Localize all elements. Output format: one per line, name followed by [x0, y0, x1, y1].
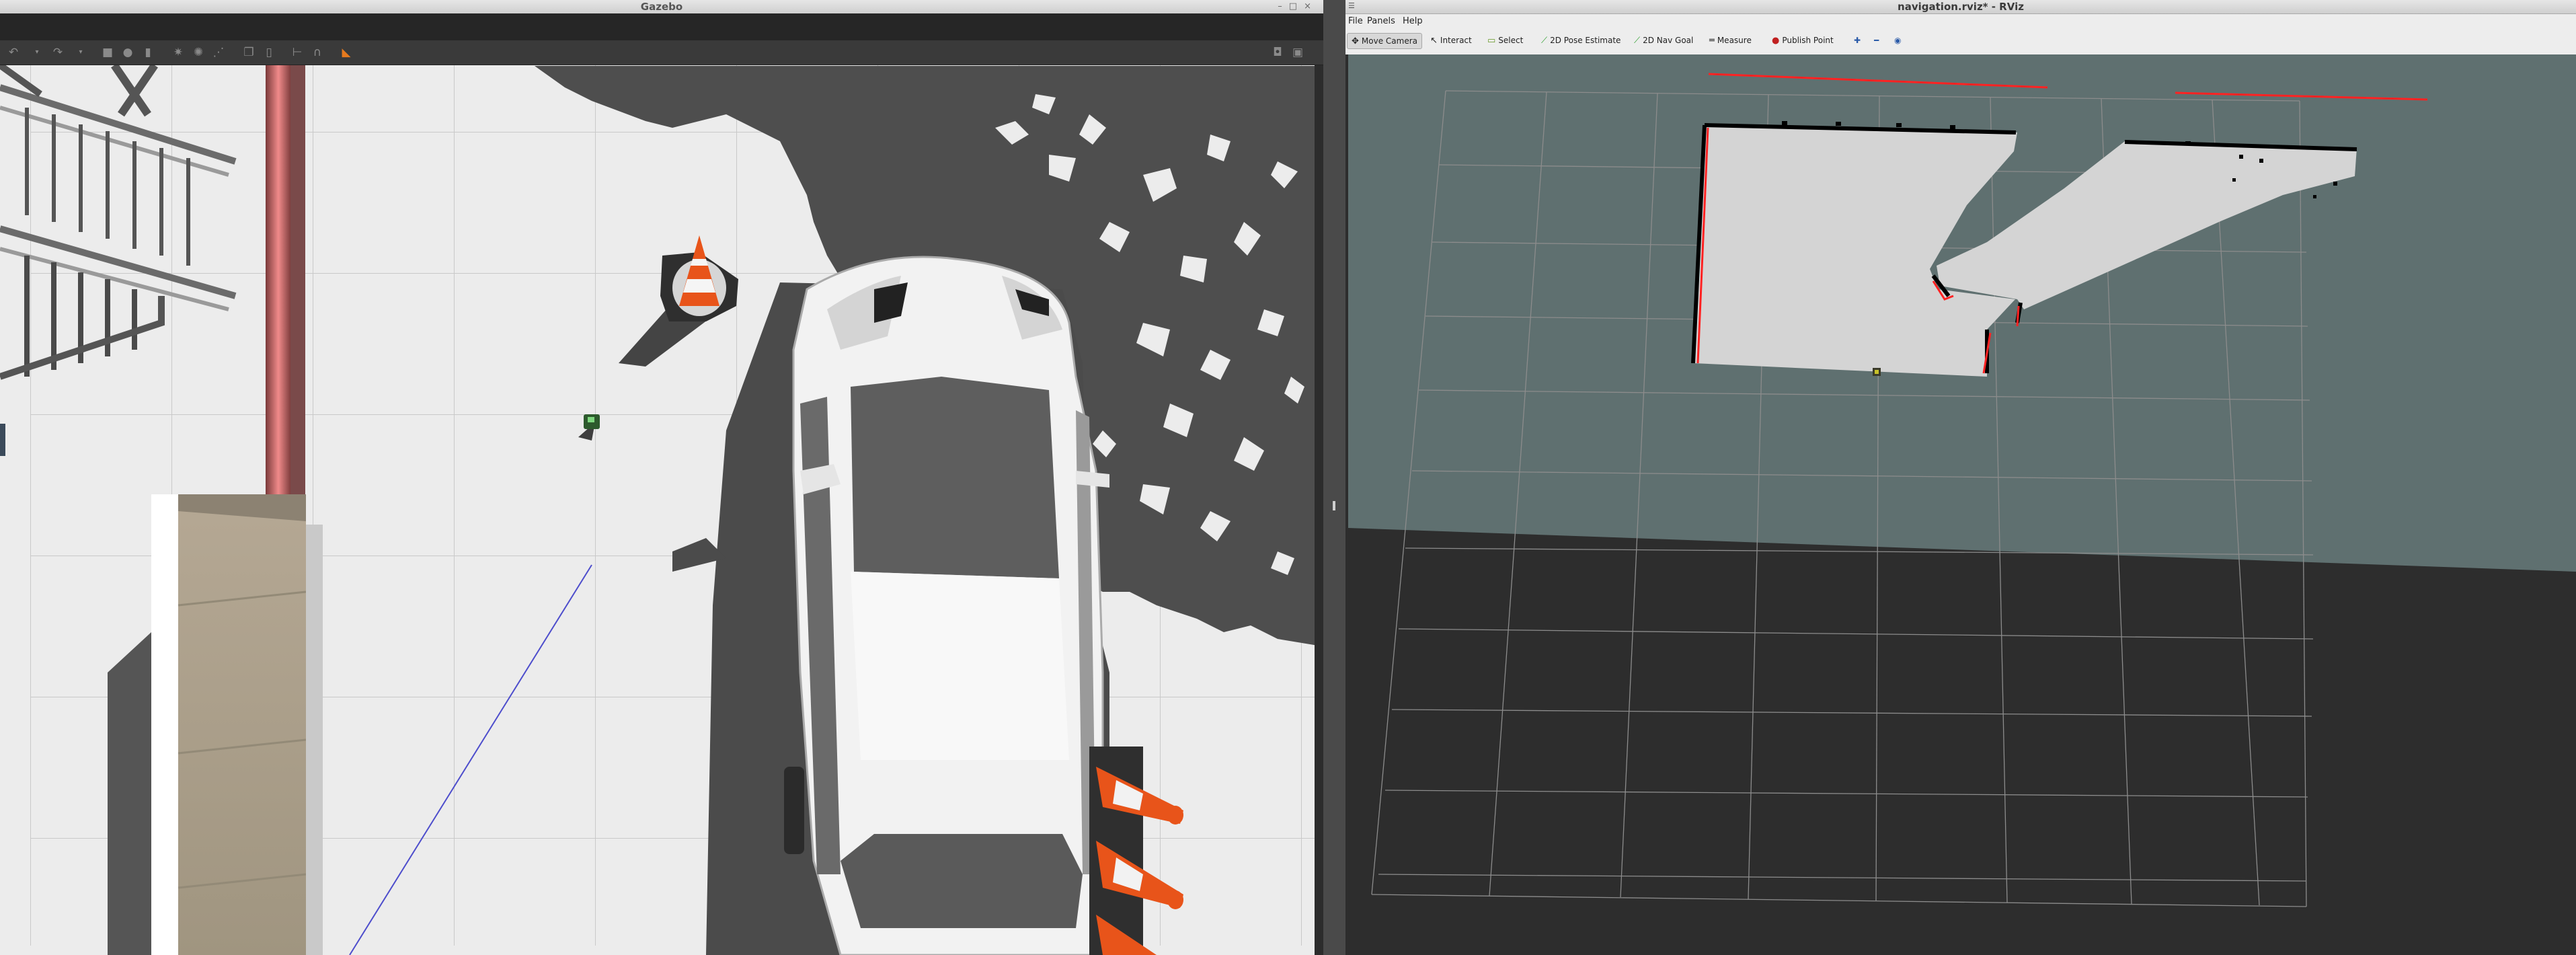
- cylinder-icon[interactable]: ▮: [141, 46, 155, 59]
- gazebo-scene: [0, 65, 1315, 955]
- menu-panels[interactable]: Panels: [1367, 16, 1395, 26]
- nav-goal-icon: ⟋: [1634, 36, 1641, 46]
- divider-grip-icon[interactable]: [1333, 501, 1335, 510]
- remove-tool-icon[interactable]: ━: [1870, 33, 1883, 48]
- white-wall-edge: [151, 494, 178, 955]
- window-divider[interactable]: [1323, 0, 1345, 955]
- measure-button[interactable]: ═ Measure: [1705, 33, 1756, 48]
- sphere-icon[interactable]: ●: [121, 46, 134, 59]
- gazebo-window: Gazebo –□× ↶ ▾ ↷ ▾ ■ ● ▮ ✷ ✺ ⋰ ❐ ▯ ⊢ ∩ ◣…: [0, 0, 1323, 955]
- menu-help[interactable]: Help: [1403, 16, 1423, 26]
- pole: [266, 65, 291, 502]
- window-controls: –□×: [1278, 1, 1318, 11]
- record-icon[interactable]: ▣: [1291, 46, 1304, 59]
- rviz-title: navigation.rviz* - RViz: [1898, 1, 2024, 13]
- car: [784, 256, 1109, 955]
- rviz-3d-viewport[interactable]: [1345, 54, 2576, 955]
- publish-point-icon: ●: [1772, 36, 1780, 46]
- gazebo-menubar-area: [0, 13, 1323, 40]
- nav-goal-button[interactable]: ⟋ 2D Nav Goal: [1630, 33, 1697, 48]
- rviz-toolbar: ✥ Move Camera ↖ Interact ▭ Select ⟋ 2D Pose …: [1345, 28, 2576, 55]
- pose-estimate-icon: ⟋: [1541, 36, 1548, 46]
- rviz-menubar: File Panels Help: [1345, 14, 2576, 28]
- move-camera-icon: ✥: [1352, 36, 1359, 46]
- redo-dropdown-icon[interactable]: ▾: [77, 46, 84, 59]
- close-icon[interactable]: ×: [1304, 1, 1318, 11]
- pose-estimate-button[interactable]: ⟋ 2D Pose Estimate: [1537, 33, 1625, 48]
- interact-icon: ↖: [1430, 36, 1438, 46]
- menu-file[interactable]: File: [1348, 16, 1363, 26]
- gazebo-title: Gazebo: [640, 1, 683, 13]
- add-tool-icon[interactable]: ✚: [1850, 33, 1865, 48]
- align-icon[interactable]: ⊢: [290, 46, 304, 59]
- spot-light-icon[interactable]: ✺: [192, 46, 205, 59]
- rviz-scene: [1345, 54, 2576, 955]
- left-panel-tab: [0, 424, 5, 456]
- undo-icon[interactable]: ↶: [7, 46, 20, 59]
- redo-icon[interactable]: ↷: [51, 46, 65, 59]
- select-button[interactable]: ▭ Select: [1483, 33, 1527, 48]
- publish-point-button[interactable]: ● Publish Point: [1768, 33, 1838, 48]
- copy-icon[interactable]: ❐: [242, 46, 256, 59]
- gazebo-scrollbar[interactable]: [1315, 65, 1323, 955]
- pole-side: [290, 65, 305, 529]
- select-icon: ▭: [1487, 36, 1496, 46]
- gazebo-toolbar: ↶ ▾ ↷ ▾ ■ ● ▮ ✷ ✺ ⋰ ❐ ▯ ⊢ ∩ ◣ ◘ ▣: [0, 40, 1323, 65]
- orange-view-icon[interactable]: ◣: [340, 46, 353, 59]
- measure-icon: ═: [1709, 36, 1715, 46]
- interact-button[interactable]: ↖ Interact: [1426, 33, 1476, 48]
- rviz-titlebar[interactable]: ☰ navigation.rviz* - RViz: [1345, 0, 2576, 14]
- snap-icon[interactable]: ∩: [311, 46, 324, 59]
- gazebo-3d-viewport[interactable]: [0, 65, 1315, 955]
- directional-light-icon[interactable]: ⋰: [212, 46, 225, 59]
- maximize-icon[interactable]: □: [1289, 1, 1304, 11]
- rviz-window: ☰ navigation.rviz* - RViz File Panels He…: [1345, 0, 2576, 955]
- sun-icon[interactable]: ✷: [171, 46, 185, 59]
- paste-icon[interactable]: ▯: [262, 46, 276, 59]
- gazebo-titlebar[interactable]: Gazebo –□×: [0, 0, 1323, 14]
- move-camera-button[interactable]: ✥ Move Camera: [1347, 33, 1422, 49]
- screenshot-icon[interactable]: ◘: [1271, 46, 1284, 59]
- undo-dropdown-icon[interactable]: ▾: [34, 46, 40, 59]
- box-icon[interactable]: ■: [101, 46, 114, 59]
- minimize-icon[interactable]: –: [1278, 1, 1289, 11]
- tool-properties-icon[interactable]: ◉: [1890, 33, 1905, 48]
